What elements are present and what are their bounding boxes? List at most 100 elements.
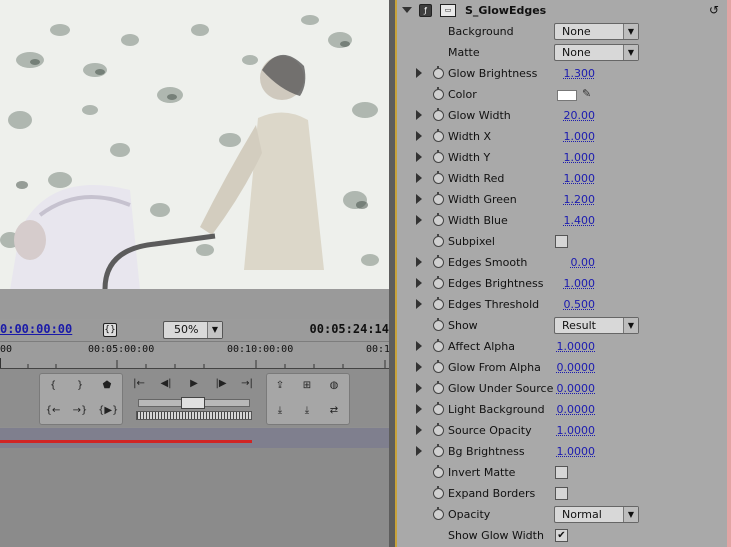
expand-triangle-icon[interactable] [416, 194, 422, 204]
overlay-button[interactable]: ⤓ [298, 404, 316, 418]
insert-button[interactable]: ⤓ [271, 404, 289, 418]
stopwatch-icon[interactable] [433, 297, 444, 310]
expand-triangle-icon[interactable] [416, 131, 422, 141]
param-checkbox[interactable] [555, 487, 568, 500]
expand-triangle-icon[interactable] [416, 152, 422, 162]
reset-icon[interactable]: ↺ [709, 3, 719, 17]
expand-triangle-icon[interactable] [416, 362, 422, 372]
param-row-light-background[interactable]: Light Background 0.0000 [397, 399, 727, 420]
param-value[interactable]: 1.0000 [547, 424, 596, 437]
param-value[interactable]: 1.200 [547, 193, 596, 206]
previous-frame-button[interactable]: ◀| [157, 377, 175, 391]
export-frame-button[interactable]: ⇄ [325, 404, 343, 418]
stopwatch-icon[interactable] [433, 234, 444, 247]
step-back-button[interactable]: |← [130, 377, 148, 391]
param-row-glow-under-source[interactable]: Glow Under Source 0.0000 [397, 378, 727, 399]
stopwatch-icon[interactable] [433, 444, 444, 457]
safe-margins-button[interactable]: {} [103, 323, 117, 337]
set-marker-button[interactable]: ⬟ [98, 379, 116, 393]
lift-button[interactable]: ⇪ [271, 379, 289, 393]
stopwatch-icon[interactable] [433, 360, 444, 373]
param-row-bg-brightness[interactable]: Bg Brightness 1.0000 [397, 441, 727, 462]
expand-triangle-icon[interactable] [416, 68, 422, 78]
param-value[interactable]: 0.0000 [547, 361, 596, 374]
param-value[interactable]: 0.00 [547, 256, 596, 269]
param-value[interactable]: 1.000 [547, 130, 596, 143]
param-checkbox[interactable] [555, 466, 568, 479]
param-dropdown[interactable]: None ▼ [554, 23, 639, 40]
expand-triangle-icon[interactable] [416, 446, 422, 456]
stopwatch-icon[interactable] [433, 213, 444, 226]
stopwatch-icon[interactable] [433, 486, 444, 499]
param-row-show[interactable]: Show Result ▼ [397, 315, 727, 336]
param-checkbox[interactable] [555, 235, 568, 248]
param-row-opacity[interactable]: Opacity Normal ▼ [397, 504, 727, 525]
shuttle-slider[interactable] [138, 397, 250, 409]
param-row-glow-width[interactable]: Glow Width 20.00 [397, 105, 727, 126]
param-dropdown[interactable]: Normal ▼ [554, 506, 639, 523]
param-row-expand-borders[interactable]: Expand Borders [397, 483, 727, 504]
goto-in-button[interactable]: {← [44, 404, 62, 418]
param-value[interactable]: 0.0000 [547, 403, 596, 416]
zoom-level-select[interactable]: 50% ▼ [163, 321, 223, 339]
param-row-color[interactable]: Color ✎ [397, 84, 727, 105]
param-row-affect-alpha[interactable]: Affect Alpha 1.0000 [397, 336, 727, 357]
current-timecode[interactable]: 0:00:00:00 [0, 322, 72, 336]
param-value[interactable]: 20.00 [547, 109, 596, 122]
stopwatch-icon[interactable] [433, 381, 444, 394]
stopwatch-icon[interactable] [433, 129, 444, 142]
stopwatch-icon[interactable] [433, 192, 444, 205]
expand-triangle-icon[interactable] [416, 278, 422, 288]
param-row-width-y[interactable]: Width Y 1.000 [397, 147, 727, 168]
param-value[interactable]: 1.400 [547, 214, 596, 227]
color-swatch[interactable] [557, 90, 577, 101]
goto-out-button[interactable]: →} [71, 404, 89, 418]
param-row-width-x[interactable]: Width X 1.000 [397, 126, 727, 147]
param-row-source-opacity[interactable]: Source Opacity 1.0000 [397, 420, 727, 441]
effect-header[interactable]: ƒ ▭ S_GlowEdges ↺ [397, 0, 727, 22]
expand-triangle-icon[interactable] [416, 341, 422, 351]
stopwatch-icon[interactable] [433, 318, 444, 331]
output-button[interactable]: ◍ [325, 379, 343, 393]
param-row-edges-smooth[interactable]: Edges Smooth 0.00 [397, 252, 727, 273]
expand-triangle-icon[interactable] [416, 299, 422, 309]
jog-wheel[interactable] [136, 411, 252, 420]
stopwatch-icon[interactable] [433, 339, 444, 352]
stopwatch-icon[interactable] [433, 255, 444, 268]
param-row-edges-threshold[interactable]: Edges Threshold 0.500 [397, 294, 727, 315]
stopwatch-icon[interactable] [433, 66, 444, 79]
play-button[interactable]: ▶ [185, 377, 203, 391]
fx-toggle-button[interactable]: ƒ [419, 4, 432, 17]
param-row-background[interactable]: Background None ▼ [397, 21, 727, 42]
param-row-show-glow-width[interactable]: Show Glow Width ✔ [397, 525, 727, 546]
stopwatch-icon[interactable] [433, 150, 444, 163]
param-row-glow-from-alpha[interactable]: Glow From Alpha 0.0000 [397, 357, 727, 378]
param-dropdown[interactable]: None ▼ [554, 44, 639, 61]
expand-triangle-icon[interactable] [416, 215, 422, 225]
expand-triangle-icon[interactable] [416, 425, 422, 435]
next-frame-button[interactable]: |▶ [212, 377, 230, 391]
param-row-glow-brightness[interactable]: Glow Brightness 1.300 [397, 63, 727, 84]
stopwatch-icon[interactable] [433, 423, 444, 436]
param-value[interactable]: 1.000 [547, 172, 596, 185]
extract-button[interactable]: ⊞ [298, 379, 316, 393]
param-checkbox[interactable]: ✔ [555, 529, 568, 542]
collapse-triangle-icon[interactable] [402, 7, 412, 13]
param-row-invert-matte[interactable]: Invert Matte [397, 462, 727, 483]
param-value[interactable]: 1.0000 [547, 340, 596, 353]
stopwatch-icon[interactable] [433, 108, 444, 121]
expand-triangle-icon[interactable] [416, 173, 422, 183]
mark-in-button[interactable]: { [44, 379, 62, 393]
eyedropper-icon[interactable]: ✎ [582, 87, 591, 100]
step-forward-button[interactable]: →| [238, 377, 256, 391]
stopwatch-icon[interactable] [433, 402, 444, 415]
work-area-bar[interactable] [0, 428, 389, 448]
expand-triangle-icon[interactable] [416, 110, 422, 120]
panel-divider[interactable] [389, 0, 397, 547]
mark-out-button[interactable]: } [71, 379, 89, 393]
expand-triangle-icon[interactable] [416, 257, 422, 267]
time-ruler[interactable]: 00 00:05:00:00 00:10:00:00 00:1 [0, 341, 390, 370]
duration-timecode[interactable]: 00:05:24:14 [310, 322, 389, 336]
stopwatch-icon[interactable] [433, 276, 444, 289]
stopwatch-icon[interactable] [433, 171, 444, 184]
